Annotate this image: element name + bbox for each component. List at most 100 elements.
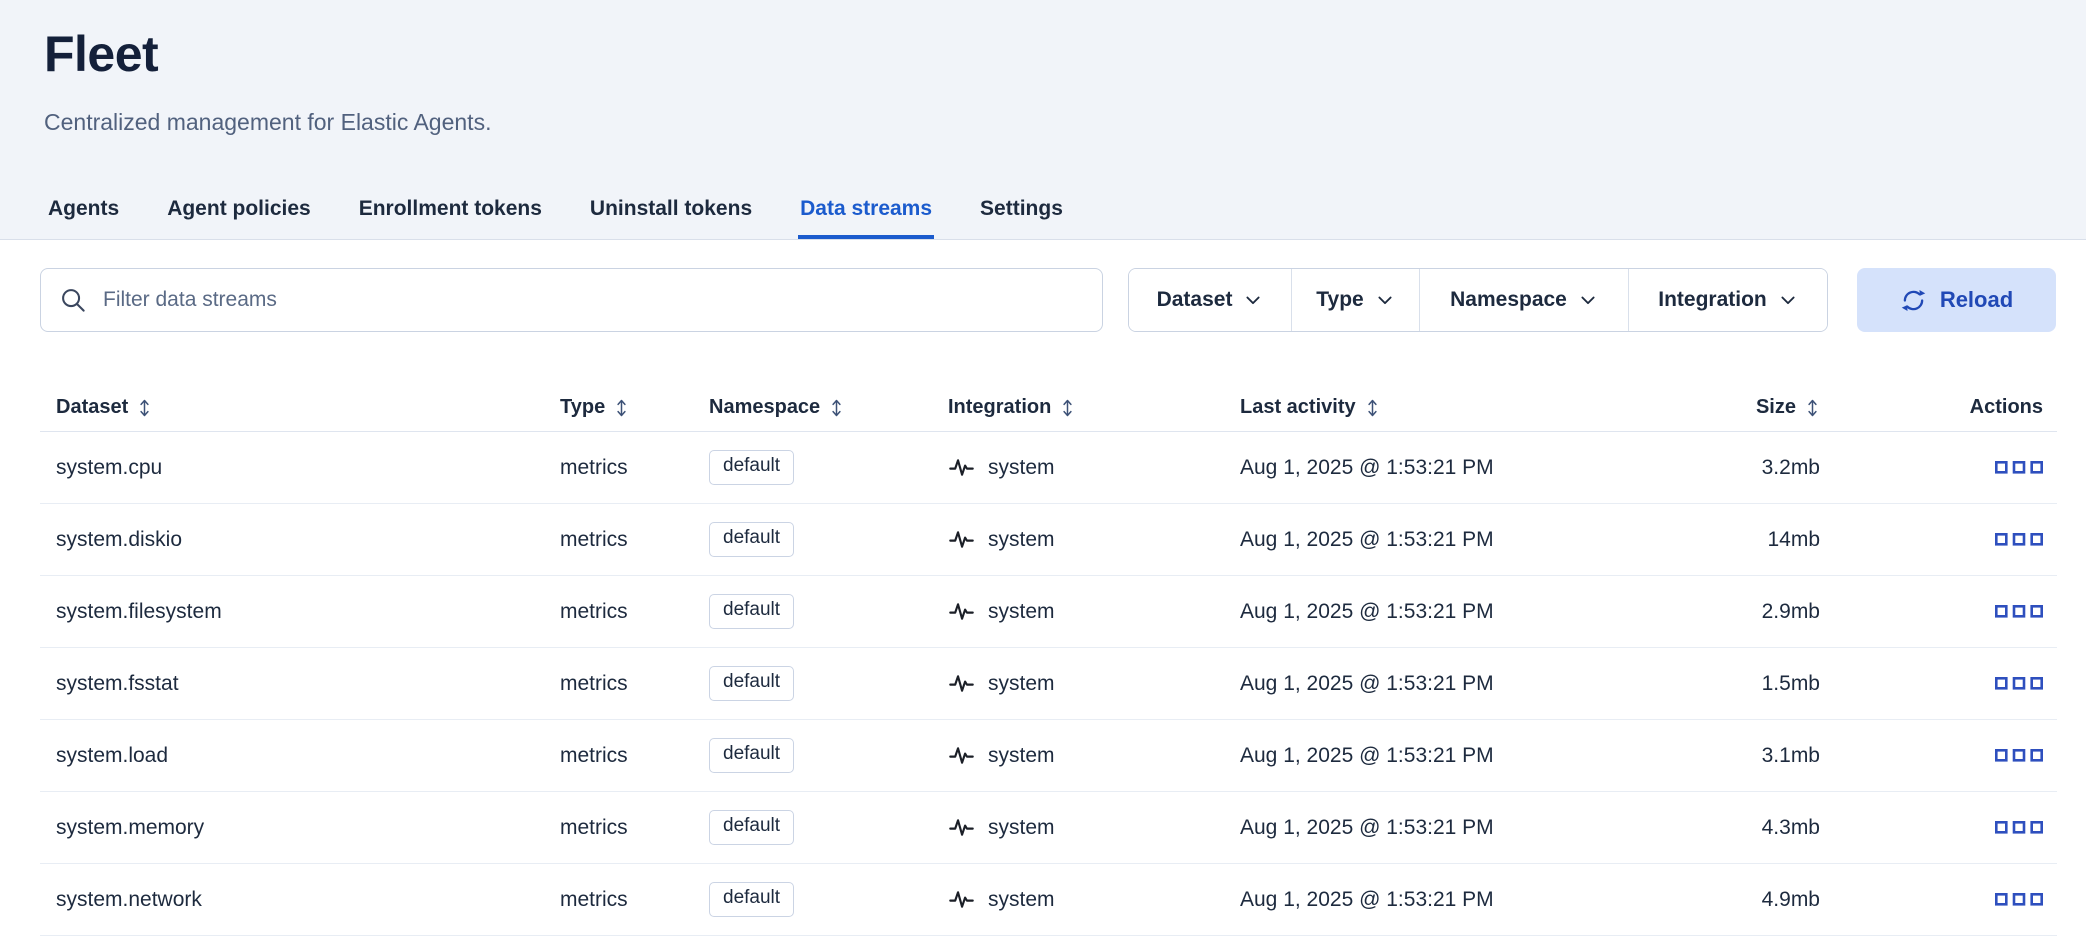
column-header-size[interactable]: Size	[1660, 396, 1820, 419]
boxes-horizontal-icon	[1995, 461, 2043, 474]
column-header-type[interactable]: Type	[560, 396, 709, 419]
chevron-down-icon	[1375, 290, 1395, 310]
type-cell: metrics	[560, 816, 709, 840]
search-input[interactable]	[101, 287, 1084, 313]
type-cell: metrics	[560, 456, 709, 480]
pulse-icon	[948, 454, 975, 481]
table-body: system.cpu metrics default system Aug 1,…	[40, 432, 2057, 936]
filter-integration[interactable]: Integration	[1629, 269, 1827, 331]
reload-button[interactable]: Reload	[1857, 268, 2056, 332]
tab-uninstall-tokens[interactable]: Uninstall tokens	[588, 196, 754, 239]
namespace-cell: default	[709, 594, 948, 629]
boxes-horizontal-icon	[1995, 533, 2043, 546]
namespace-badge: default	[709, 666, 794, 701]
column-header-dataset[interactable]: Dataset	[40, 396, 560, 419]
boxes-horizontal-icon	[1995, 605, 2043, 618]
search-box	[40, 268, 1103, 332]
row-actions-button[interactable]	[1995, 889, 2043, 910]
data-streams-table: Dataset Type Namespace Integration Last …	[40, 384, 2057, 936]
sort-icon	[1365, 397, 1380, 419]
table-row: system.memory metrics default system Aug…	[40, 792, 2057, 864]
pulse-icon	[948, 814, 975, 841]
sort-icon	[1805, 397, 1820, 419]
size-cell: 14mb	[1660, 528, 1820, 552]
namespace-badge: default	[709, 522, 794, 557]
page-subtitle: Centralized management for Elastic Agent…	[44, 108, 2042, 138]
row-actions-button[interactable]	[1995, 529, 2043, 550]
last-activity-cell: Aug 1, 2025 @ 1:53:21 PM	[1240, 456, 1660, 480]
size-cell: 3.1mb	[1660, 744, 1820, 768]
integration-name: system	[988, 456, 1055, 480]
boxes-horizontal-icon	[1995, 749, 2043, 762]
content-area: Dataset Type Namespace Integration	[0, 240, 2086, 936]
type-cell: metrics	[560, 528, 709, 552]
namespace-cell: default	[709, 882, 948, 917]
dataset-cell: system.filesystem	[40, 600, 560, 624]
chevron-down-icon	[1778, 290, 1798, 310]
tab-bar: Agents Agent policies Enrollment tokens …	[44, 196, 2042, 239]
dataset-cell: system.diskio	[40, 528, 560, 552]
size-cell: 4.9mb	[1660, 888, 1820, 912]
column-header-actions: Actions	[1820, 396, 2057, 419]
namespace-badge: default	[709, 810, 794, 845]
pulse-icon	[948, 742, 975, 769]
type-cell: metrics	[560, 744, 709, 768]
tab-agent-policies[interactable]: Agent policies	[165, 196, 313, 239]
actions-cell	[1820, 817, 2057, 838]
integration-cell: system	[948, 670, 1240, 697]
sort-icon	[1060, 397, 1075, 419]
boxes-horizontal-icon	[1995, 677, 2043, 690]
row-actions-button[interactable]	[1995, 457, 2043, 478]
last-activity-cell: Aug 1, 2025 @ 1:53:21 PM	[1240, 888, 1660, 912]
filter-group: Dataset Type Namespace Integration	[1128, 268, 1828, 332]
last-activity-cell: Aug 1, 2025 @ 1:53:21 PM	[1240, 528, 1660, 552]
namespace-cell: default	[709, 810, 948, 845]
boxes-horizontal-icon	[1995, 821, 2043, 834]
last-activity-cell: Aug 1, 2025 @ 1:53:21 PM	[1240, 816, 1660, 840]
actions-cell	[1820, 673, 2057, 694]
table-row: system.cpu metrics default system Aug 1,…	[40, 432, 2057, 504]
pulse-icon	[948, 526, 975, 553]
table-header-row: Dataset Type Namespace Integration Last …	[40, 384, 2057, 432]
integration-name: system	[988, 744, 1055, 768]
row-actions-button[interactable]	[1995, 601, 2043, 622]
size-cell: 4.3mb	[1660, 816, 1820, 840]
row-actions-button[interactable]	[1995, 745, 2043, 766]
column-header-integration[interactable]: Integration	[948, 396, 1240, 419]
search-icon	[59, 286, 88, 315]
dataset-cell: system.cpu	[40, 456, 560, 480]
column-header-last-activity[interactable]: Last activity	[1240, 396, 1660, 419]
actions-cell	[1820, 745, 2057, 766]
pulse-icon	[948, 598, 975, 625]
actions-cell	[1820, 601, 2057, 622]
namespace-cell: default	[709, 450, 948, 485]
type-cell: metrics	[560, 888, 709, 912]
column-header-namespace[interactable]: Namespace	[709, 396, 948, 419]
dataset-cell: system.fsstat	[40, 672, 560, 696]
sort-icon	[614, 397, 629, 419]
filter-namespace[interactable]: Namespace	[1420, 269, 1629, 331]
actions-cell	[1820, 889, 2057, 910]
namespace-cell: default	[709, 666, 948, 701]
size-cell: 3.2mb	[1660, 456, 1820, 480]
chevron-down-icon	[1578, 290, 1598, 310]
last-activity-cell: Aug 1, 2025 @ 1:53:21 PM	[1240, 672, 1660, 696]
dataset-cell: system.memory	[40, 816, 560, 840]
integration-name: system	[988, 888, 1055, 912]
type-cell: metrics	[560, 600, 709, 624]
integration-name: system	[988, 816, 1055, 840]
size-cell: 2.9mb	[1660, 600, 1820, 624]
filter-dataset[interactable]: Dataset	[1129, 269, 1292, 331]
pulse-icon	[948, 886, 975, 913]
tab-data-streams[interactable]: Data streams	[798, 196, 934, 239]
tab-settings[interactable]: Settings	[978, 196, 1065, 239]
type-cell: metrics	[560, 672, 709, 696]
integration-cell: system	[948, 886, 1240, 913]
tab-enrollment-tokens[interactable]: Enrollment tokens	[357, 196, 544, 239]
integration-cell: system	[948, 814, 1240, 841]
row-actions-button[interactable]	[1995, 673, 2043, 694]
filter-type[interactable]: Type	[1292, 269, 1420, 331]
tab-agents[interactable]: Agents	[46, 196, 121, 239]
row-actions-button[interactable]	[1995, 817, 2043, 838]
namespace-badge: default	[709, 738, 794, 773]
